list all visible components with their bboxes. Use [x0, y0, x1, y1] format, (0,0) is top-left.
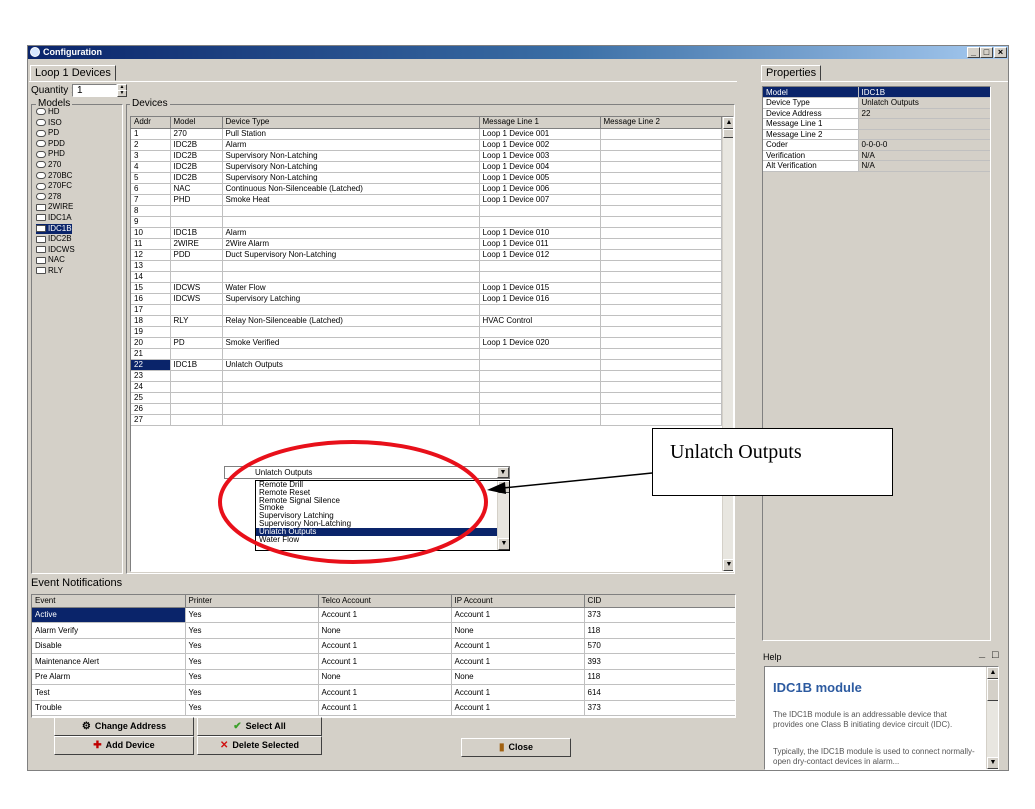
callout-arrow-line: [502, 472, 653, 489]
callout-box: Unlatch Outputs: [652, 428, 893, 496]
annotation-ellipse: [218, 440, 488, 564]
annotation-overlay: [218, 440, 653, 564]
callout-arrow-head-icon: [487, 482, 506, 494]
